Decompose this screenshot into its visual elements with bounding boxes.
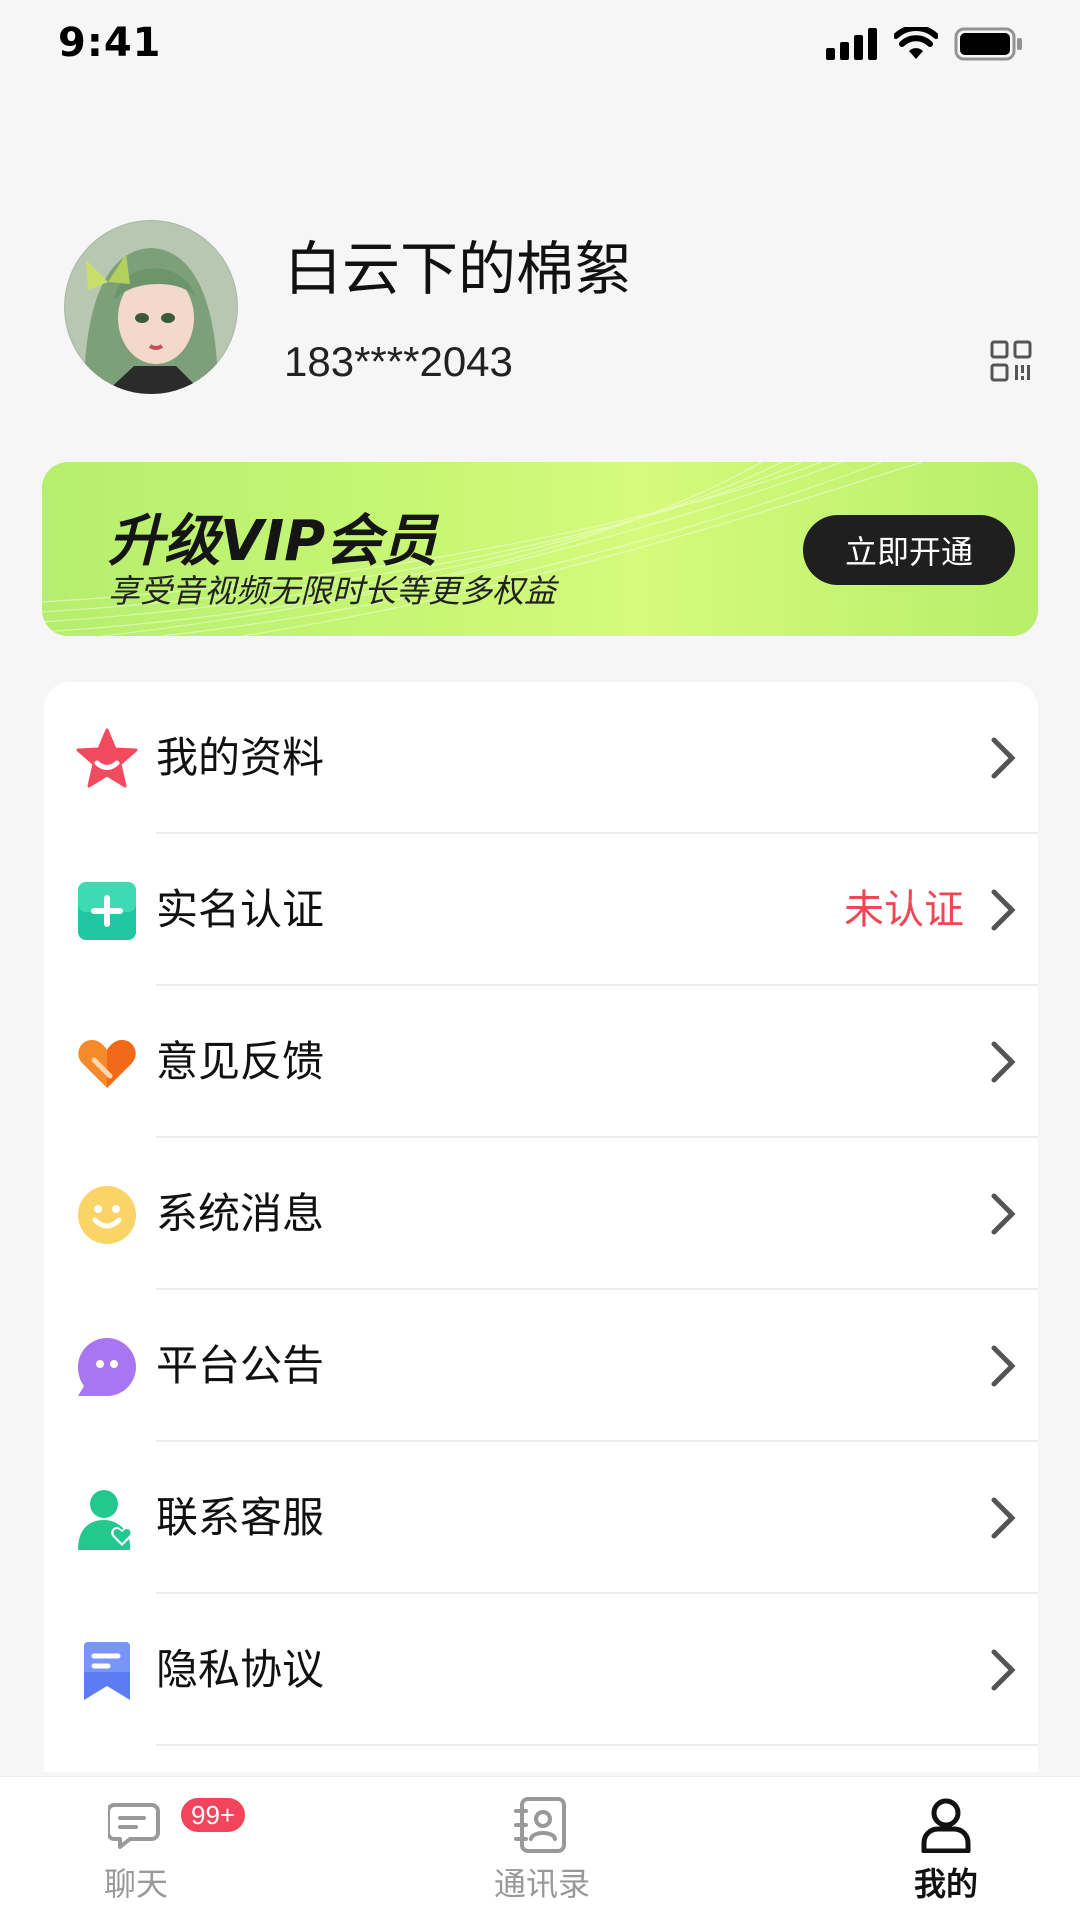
tab-profile[interactable]: 我的 [846, 1777, 1046, 1920]
nickname: 白云下的棉絮 [284, 235, 633, 303]
chevron-right-icon [991, 1497, 1016, 1539]
menu-item-messages[interactable]: 系统消息 [44, 1138, 1038, 1290]
chevron-right-icon [991, 1649, 1016, 1691]
chevron-right-icon [991, 1193, 1016, 1235]
contacts-icon [514, 1797, 566, 1853]
open-vip-button[interactable]: 立即开通 [803, 515, 1015, 585]
chevron-right-icon [991, 737, 1016, 779]
tab-bar: 99+ 聊天 通讯录 我的 [0, 1776, 1080, 1920]
settings-menu: 我的资料 实名认证 未认证 意见反馈 系统消息 平台公告 联系客服 隐私协议 [44, 682, 1038, 1772]
verification-status: 未认证 [844, 887, 964, 933]
signal-icon [826, 28, 877, 60]
chevron-right-icon [991, 889, 1016, 931]
chat-bubble-icon [78, 1338, 136, 1396]
menu-item-label: 联系客服 [156, 1493, 325, 1542]
wifi-icon [894, 27, 938, 59]
star-smile-icon [76, 728, 138, 788]
status-bar: 9:41 [0, 0, 1080, 90]
tab-label: 聊天 [103, 1865, 168, 1903]
status-time: 9:41 [58, 20, 162, 66]
menu-item-feedback[interactable]: 意见反馈 [44, 986, 1038, 1138]
bookmark-icon [84, 1642, 130, 1700]
heart-icon [78, 1040, 136, 1088]
qr-code-icon[interactable] [990, 340, 1032, 382]
tab-label: 我的 [913, 1865, 978, 1903]
unread-badge: 99+ [178, 1795, 249, 1835]
chat-icon [108, 1803, 160, 1849]
tab-label: 通讯录 [493, 1865, 590, 1903]
menu-item-announcements[interactable]: 平台公告 [44, 1290, 1038, 1442]
avatar-image [64, 220, 238, 394]
profile-icon [921, 1798, 971, 1853]
menu-item-label: 实名认证 [156, 885, 325, 934]
chevron-right-icon [991, 1345, 1016, 1387]
smiley-icon [78, 1186, 136, 1244]
menu-item-label: 意见反馈 [156, 1037, 325, 1086]
menu-item-label: 我的资料 [156, 733, 325, 782]
menu-item-support[interactable]: 联系客服 [44, 1442, 1038, 1594]
menu-item-verification[interactable]: 实名认证 未认证 [44, 834, 1038, 986]
divider [156, 1744, 1038, 1746]
vip-banner[interactable]: 升级VIP会员 享受音视频无限时长等更多权益 立即开通 [42, 462, 1038, 636]
tab-contacts[interactable]: 通讯录 [442, 1777, 642, 1920]
menu-item-label: 系统消息 [156, 1189, 325, 1238]
status-icons [826, 24, 1024, 64]
chevron-right-icon [991, 1041, 1016, 1083]
phone-number: 183****2043 [284, 338, 513, 385]
user-heart-icon [78, 1490, 133, 1550]
plus-square-icon [78, 882, 136, 940]
vip-subtitle: 享受音视频无限时长等更多权益 [108, 572, 557, 610]
menu-item-profile[interactable]: 我的资料 [44, 682, 1038, 834]
menu-item-label: 隐私协议 [156, 1645, 325, 1694]
tab-chat[interactable]: 99+ 聊天 [36, 1777, 249, 1920]
battery-icon [954, 27, 1022, 61]
vip-title: 升级VIP会员 [108, 509, 438, 574]
menu-item-label: 平台公告 [156, 1341, 325, 1390]
avatar[interactable] [64, 220, 238, 394]
menu-item-privacy[interactable]: 隐私协议 [44, 1594, 1038, 1746]
